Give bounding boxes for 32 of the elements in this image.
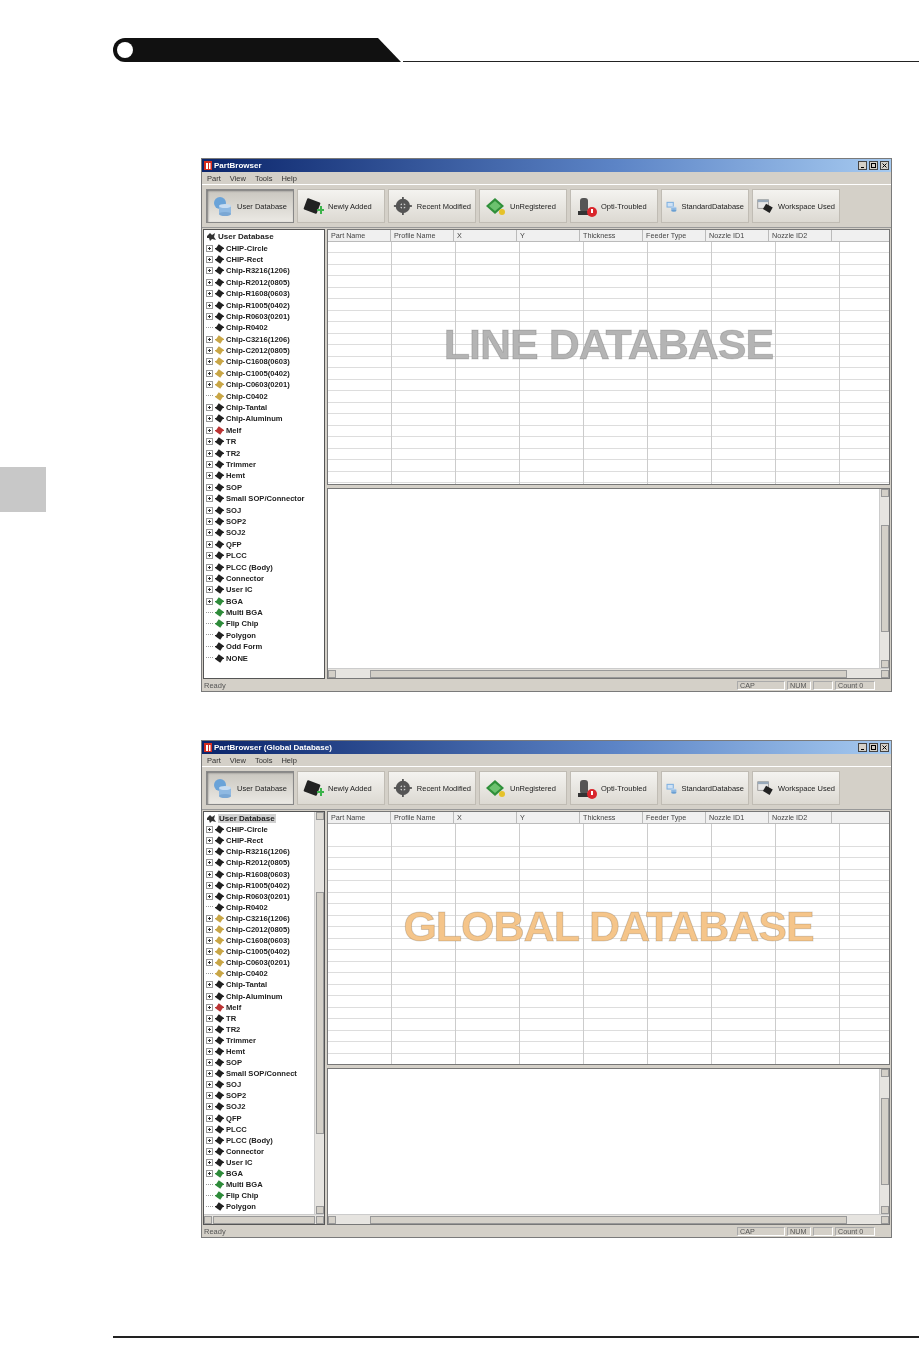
close-button[interactable]: [880, 161, 889, 170]
database-icon: [211, 195, 233, 217]
scrollbar[interactable]: [328, 668, 889, 678]
app-icon: [204, 743, 212, 752]
scrollbar[interactable]: [204, 1214, 324, 1224]
scrollbar[interactable]: [328, 1214, 889, 1224]
maximize-button[interactable]: [869, 161, 878, 170]
database-icon: [211, 777, 233, 799]
warning-icon: [575, 195, 597, 217]
diamond-icon: [484, 195, 506, 217]
window-title: PartBrowser (Global Database): [214, 743, 333, 752]
scrollbar[interactable]: [879, 489, 889, 668]
maximize-icon: [871, 163, 876, 168]
warning-icon: [575, 777, 597, 799]
scrollbar[interactable]: [314, 812, 324, 1214]
minimize-button[interactable]: [858, 161, 867, 170]
maximize-button[interactable]: [869, 743, 878, 752]
overlay-label: LINE DATABASE: [442, 320, 775, 369]
overlay-label: GLOBAL DATABASE: [402, 902, 815, 951]
close-icon: [882, 745, 887, 750]
scrollbar[interactable]: [879, 1069, 889, 1214]
window-title: PartBrowser: [214, 161, 263, 170]
app-icon: [204, 161, 212, 170]
status-panel: [813, 1226, 833, 1236]
status-panel: [813, 680, 833, 690]
maximize-icon: [871, 745, 876, 750]
tree-item[interactable]: User Database: [218, 232, 274, 242]
tree-item[interactable]: User Database: [218, 814, 276, 824]
minimize-button[interactable]: [858, 743, 867, 752]
close-icon: [882, 163, 887, 168]
close-button[interactable]: [880, 743, 889, 752]
diamond-icon: [484, 777, 506, 799]
